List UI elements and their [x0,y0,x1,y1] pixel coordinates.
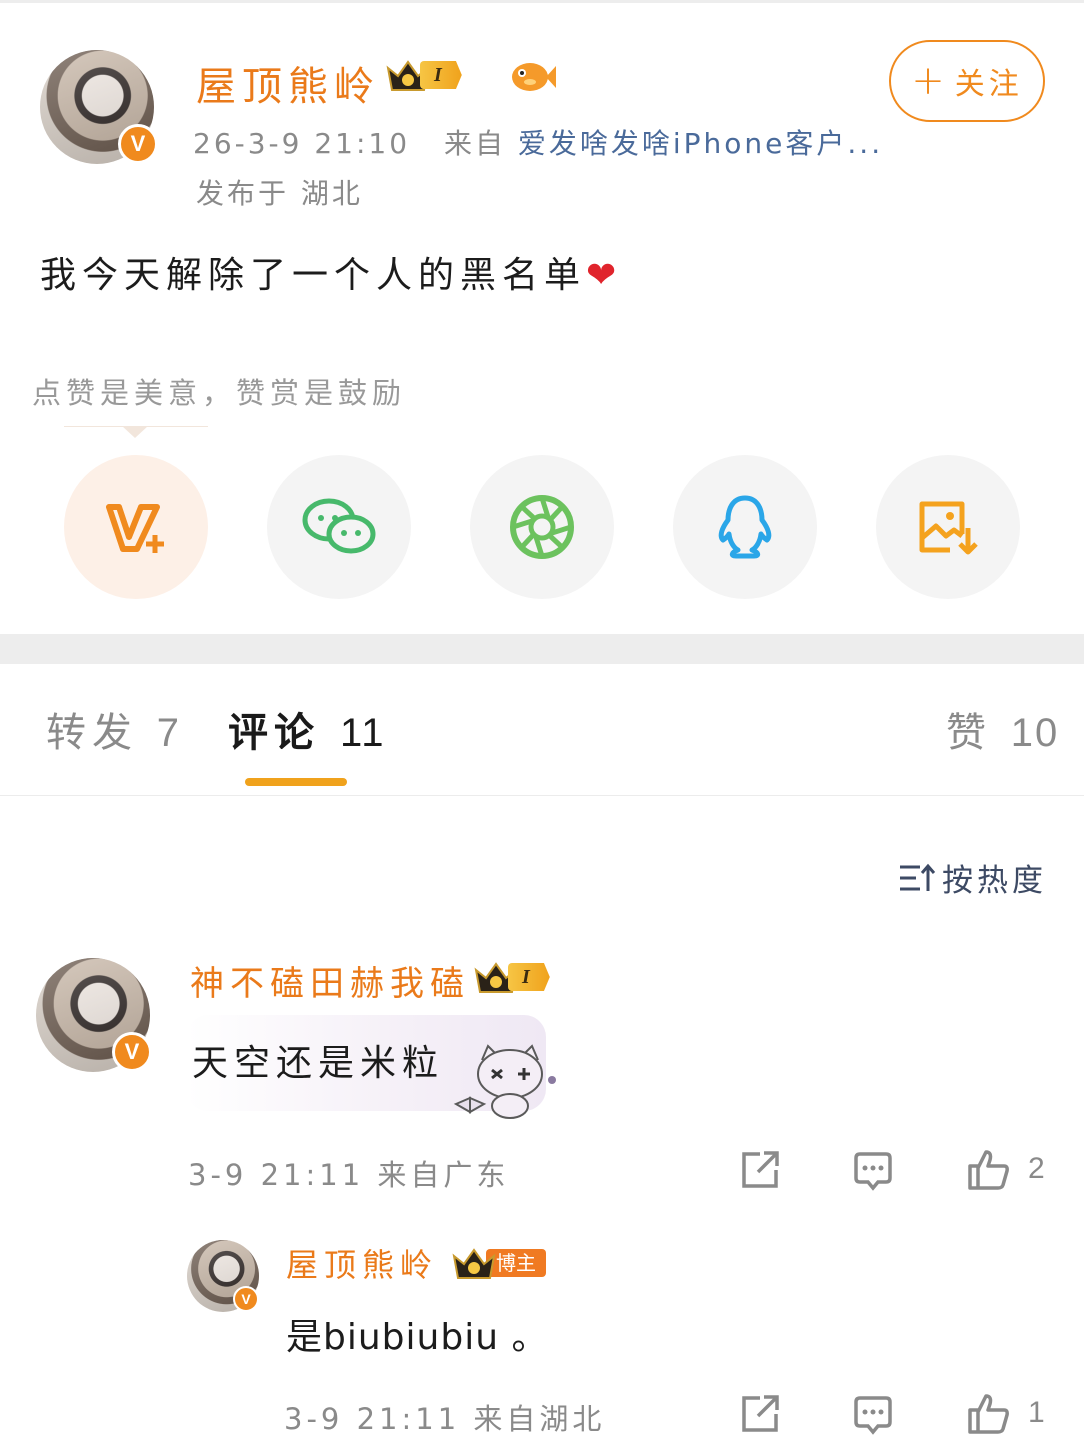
hint-caret [122,426,148,438]
reply-comment-button[interactable] [852,1150,894,1192]
vplus-share-button[interactable] [64,455,208,599]
reply-meta: 3-9 21:11 来自湖北 [284,1402,606,1436]
post-location: 发布于 湖北 [196,177,363,210]
member-level-tag: I [420,61,462,89]
moments-share-button[interactable] [470,455,614,599]
cat-sticker-icon [452,1040,568,1126]
blogger-badge: 博主 [452,1246,546,1280]
tab-comments-count: 11 [339,711,386,755]
tab-likes-count: 10 [1010,711,1060,755]
tab-comments[interactable]: 评论 11 [228,700,385,758]
like-reply-button[interactable]: 1 [966,1392,1045,1434]
share-icon [742,1395,779,1432]
post-meta: 26-3-9 21:10 来自 爱发啥发啥iPhone客户... [193,122,883,162]
save-image-button[interactable] [876,455,1020,599]
like-comment-button[interactable]: 2 [966,1148,1045,1190]
tab-reposts-label: 转发 [46,710,138,756]
reply-text: 是biubiubiu 。 [286,1317,549,1358]
sort-icon [900,863,936,891]
share-comment-button[interactable] [740,1150,780,1190]
comment-text: 天空还是米粒 [192,1043,445,1084]
thumbs-up-icon [968,1394,1009,1434]
comment-icon [854,1396,892,1435]
reply-reply-button[interactable] [852,1394,894,1436]
active-tab-indicator [245,778,347,786]
verified-badge-icon: V [233,1286,259,1312]
commenter-name[interactable]: 神不磕田赫我磕 [190,956,470,1005]
replier-avatar[interactable]: V [187,1240,259,1312]
follow-button[interactable]: + 关注 [889,40,1045,122]
commenter-avatar[interactable]: V [36,958,152,1072]
tab-reposts-count: 7 [156,711,181,755]
replier-name[interactable]: 屋顶熊岭 [286,1240,438,1286]
member-level-tag: I [508,963,550,991]
qq-icon [718,495,772,559]
comment-icon [854,1152,892,1191]
comment-meta: 3-9 21:11 来自广东 [188,1158,510,1192]
sort-button[interactable]: 按热度 [898,855,1047,900]
sort-label: 按热度 [942,863,1047,899]
moments-icon [510,495,574,559]
member-badge[interactable]: I [386,58,462,92]
author-name[interactable]: 屋顶熊岭 [196,54,380,112]
verified-badge-icon: V [112,1032,152,1072]
section-divider [0,634,1084,664]
wechat-icon [302,498,376,554]
tab-likes-label: 赞 [946,710,992,756]
reward-hint: 点赞是美意，赞赏是鼓励 [32,376,407,410]
author-avatar[interactable]: V [40,50,158,164]
save-image-icon [919,501,978,555]
thumbs-up-icon [968,1150,1009,1190]
tab-reposts[interactable]: 转发 7 [46,700,181,758]
fish-icon [508,58,556,98]
qq-share-button[interactable] [673,455,817,599]
share-icon [742,1151,779,1188]
tabs-divider [0,795,1084,796]
commenter-member-badge[interactable]: I [474,960,550,994]
post-source-link[interactable]: 爱发啥发啥iPhone客户... [518,127,883,160]
vplus-icon [106,504,164,553]
tab-likes[interactable]: 赞 10 [946,700,1059,758]
verified-badge-icon: V [118,124,158,164]
crown-icon [452,1246,496,1280]
post-timestamp: 26-3-9 21:10 [193,127,411,160]
source-prefix: 来自 [443,127,506,160]
follow-label: 关注 [954,67,1023,102]
top-divider [0,0,1084,3]
like-count: 1 [1028,1396,1045,1429]
heart-emoji: ❤ [586,255,623,296]
post-text: 我今天解除了一个人的黑名单 [40,255,587,296]
post-content: 我今天解除了一个人的黑名单❤ [40,246,622,298]
like-count: 2 [1028,1152,1045,1185]
plus-icon: + [911,58,949,104]
wechat-share-button[interactable] [267,455,411,599]
tab-comments-label: 评论 [228,709,320,756]
share-reply-button[interactable] [740,1394,780,1434]
